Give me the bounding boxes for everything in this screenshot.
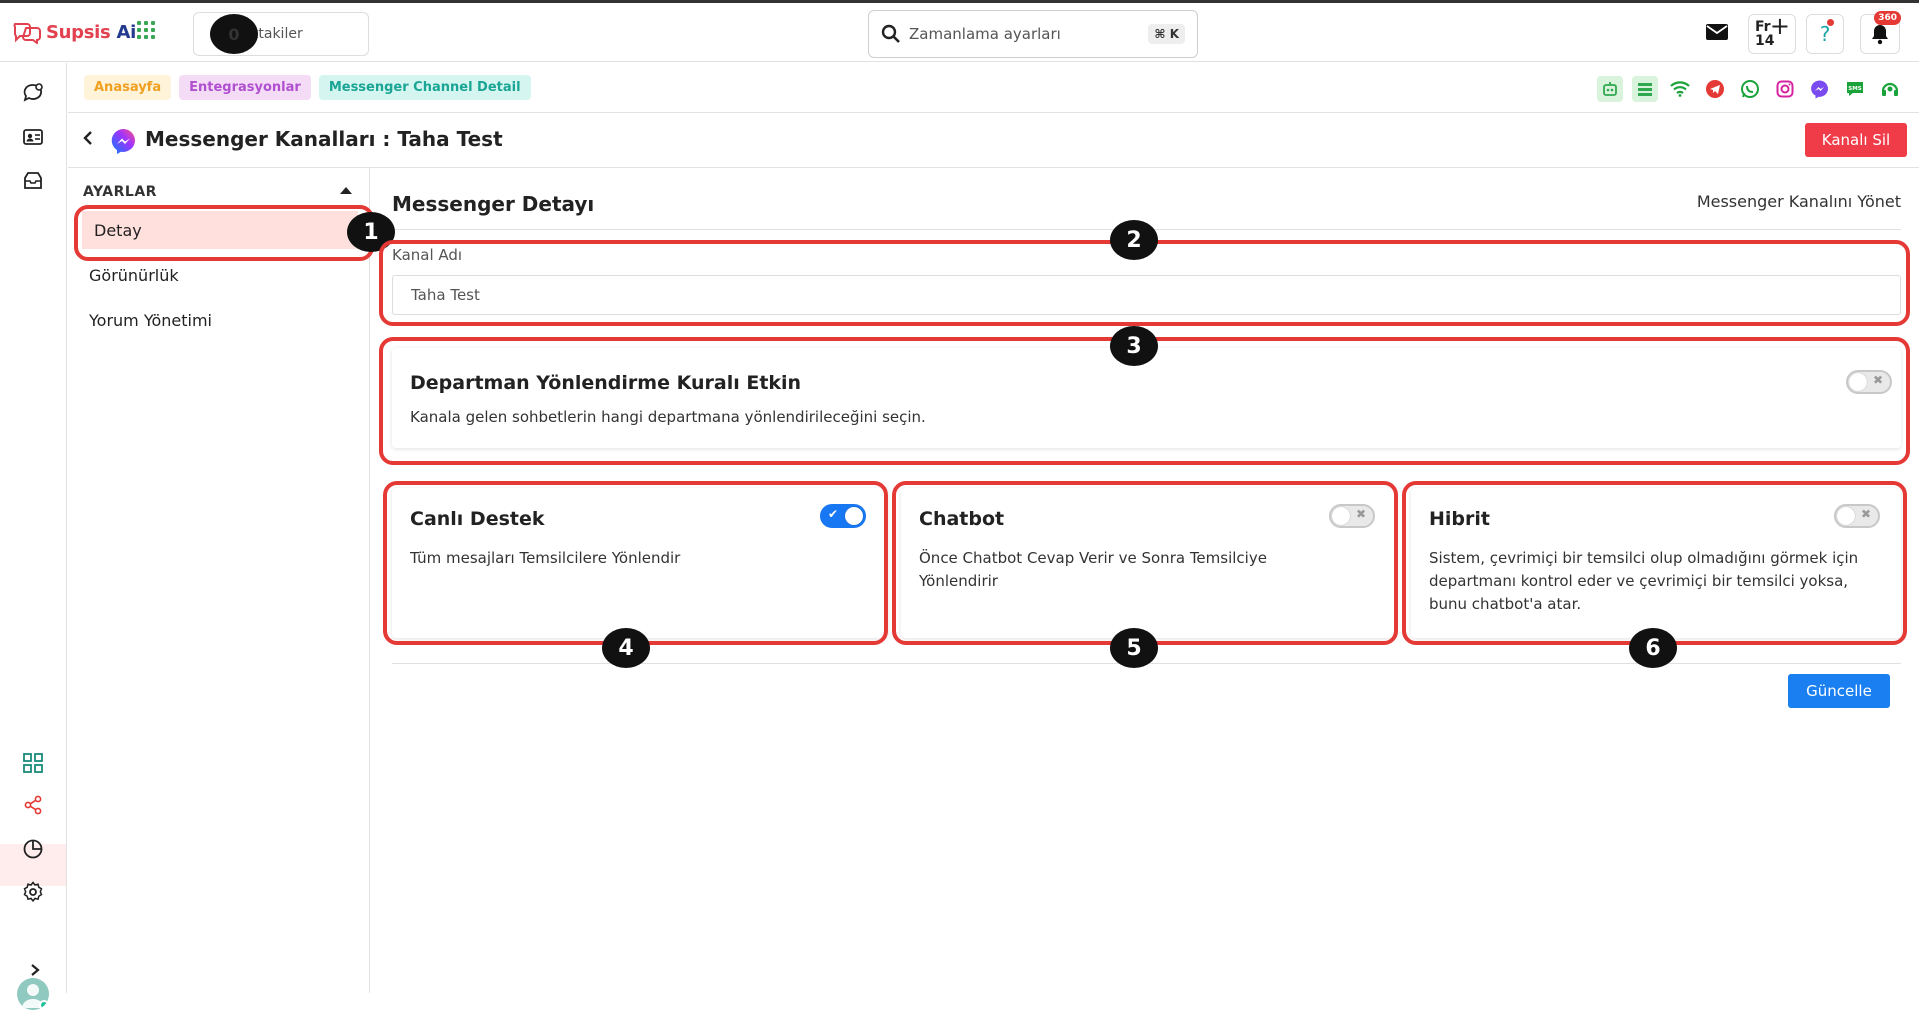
chat-icon[interactable] (20, 80, 46, 106)
logo[interactable]: Supsis Ai (12, 20, 136, 44)
highlight-4 (383, 481, 888, 645)
logo-text: Supsis (46, 21, 117, 43)
annotation-number-4: 4 (602, 628, 650, 668)
support-icon[interactable] (1877, 76, 1903, 102)
annotation-number-6: 6 (1629, 628, 1677, 668)
annotation-number-5: 5 (1110, 628, 1158, 668)
logo-icon (13, 23, 41, 44)
search-box[interactable]: ⌘ K (868, 10, 1198, 58)
sidebar-heading: AYARLAR (83, 184, 157, 200)
logo-suffix: Ai (116, 21, 136, 43)
apps-grid-icon[interactable] (137, 21, 155, 39)
section-title: Messenger Detayı (392, 192, 595, 216)
top-bar: Supsis Ai 0 Kuyruktakiler ⌘ K Fr 14 + ? … (0, 0, 1919, 62)
online-status-dot (39, 1000, 49, 1010)
back-icon[interactable] (82, 130, 94, 151)
bell-icon (1872, 25, 1888, 45)
apps-grid-icon[interactable] (20, 750, 46, 776)
sms-icon[interactable]: SMS (1842, 76, 1868, 102)
breadcrumb-integrations[interactable]: Entegrasyonlar (179, 75, 311, 100)
breadcrumb: Anasayfa Entegrasyonlar Messenger Channe… (68, 63, 1919, 113)
delete-channel-button[interactable]: Kanalı Sil (1805, 123, 1907, 157)
settings-sidebar: AYARLAR Detay Görünürlük Yorum Yönetimi (68, 168, 370, 993)
page-header: Messenger Kanalları : Taha Test Kanalı S… (68, 113, 1919, 168)
settings-icon[interactable] (20, 879, 46, 905)
notifications-button[interactable]: 360 (1860, 11, 1901, 54)
collapse-caret-icon[interactable] (340, 187, 352, 194)
breadcrumb-messenger-detail[interactable]: Messenger Channel Detail (318, 75, 531, 100)
left-rail (0, 63, 67, 1010)
queue-count: 0 (210, 14, 258, 54)
update-button[interactable]: Güncelle (1788, 674, 1890, 708)
queue-button[interactable]: 0 Kuyruktakiler (193, 12, 369, 56)
notification-badge: 360 (1874, 11, 1901, 25)
sidebar-item-comment-management[interactable]: Yorum Yönetimi (82, 301, 358, 339)
highlight-6 (1402, 481, 1907, 645)
highlight-5 (892, 481, 1398, 645)
instagram-icon[interactable] (1772, 76, 1798, 102)
annotation-number-3: 3 (1110, 326, 1158, 366)
mail-icon[interactable] (1704, 21, 1730, 43)
search-shortcut: ⌘ K (1148, 24, 1185, 44)
annotation-number-2: 2 (1110, 220, 1158, 260)
channel-shortcuts: SMS (1597, 76, 1903, 102)
search-icon (881, 24, 900, 43)
list-icon[interactable] (1632, 76, 1658, 102)
messenger-icon[interactable] (1807, 76, 1833, 102)
inbox-icon[interactable] (20, 168, 46, 194)
search-input[interactable] (909, 25, 1141, 43)
messenger-logo-icon (111, 128, 135, 154)
bot-icon[interactable] (1597, 76, 1623, 102)
whatsapp-icon[interactable] (1737, 76, 1763, 102)
manage-channel-link[interactable]: Messenger Kanalını Yönet (1697, 192, 1901, 211)
share-icon[interactable] (20, 792, 46, 818)
expand-chevron-icon[interactable] (22, 957, 48, 983)
help-button[interactable]: ? (1806, 14, 1844, 54)
wifi-icon[interactable] (1667, 76, 1693, 102)
telegram-icon[interactable] (1702, 76, 1728, 102)
breadcrumb-home[interactable]: Anasayfa (84, 75, 172, 100)
language-calendar-button[interactable]: Fr 14 + (1748, 14, 1796, 54)
page-title: Messenger Kanalları : Taha Test (145, 127, 503, 151)
plus-icon: + (1769, 12, 1790, 40)
chart-icon[interactable] (20, 836, 46, 862)
sidebar-item-visibility[interactable]: Görünürlük (82, 256, 358, 294)
contacts-icon[interactable] (20, 124, 46, 150)
svg-text:SMS: SMS (1848, 86, 1861, 92)
highlight-1 (74, 205, 374, 261)
